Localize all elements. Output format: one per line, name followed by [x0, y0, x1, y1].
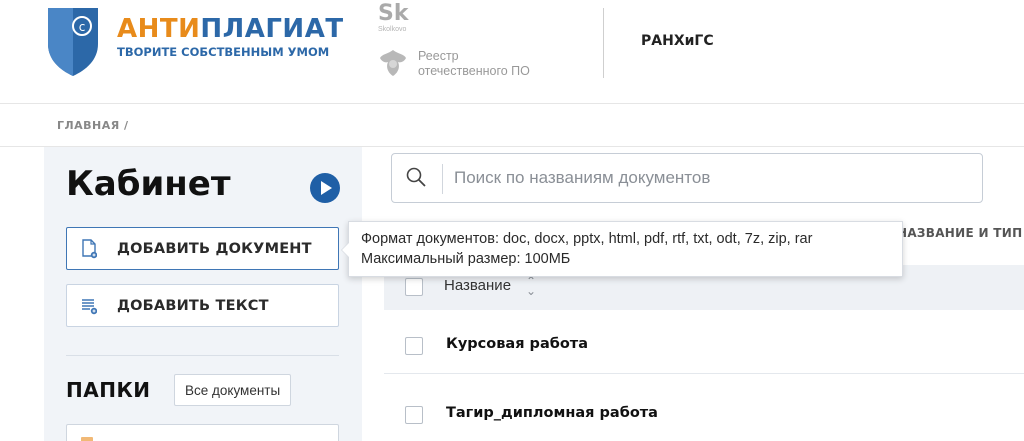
tooltip-max-size: Максимальный размер: 100МБ [361, 251, 571, 267]
folder-item[interactable] [66, 424, 339, 441]
sort-arrows-icon[interactable]: ⌃ ⌄ [526, 275, 536, 297]
brand-tagline: ТВОРИТЕ СОБСТВЕННЫМ УМОМ [117, 45, 330, 59]
header-divider [603, 8, 604, 78]
table-row[interactable]: Тагир_дипломная работа [384, 385, 1024, 441]
upload-format-tooltip: Формат документов: doc, docx, pptx, html… [341, 221, 903, 277]
registry-badge[interactable]: Реестр отечественного ПО [376, 46, 530, 80]
column-header-name[interactable]: Название [444, 277, 511, 294]
add-document-label: ДОБАВИТЬ ДОКУМЕНТ [117, 240, 312, 257]
organization-name[interactable]: РАНХиГС [641, 33, 714, 49]
coat-of-arms-icon [380, 50, 406, 76]
breadcrumb-bar: ГЛАВНАЯ / [0, 104, 1024, 147]
site-header: c АНТИПЛАГИАТ ТВОРИТЕ СОБСТВЕННЫМ УМОМ S… [0, 0, 1024, 104]
tooltip-arrow [341, 242, 349, 258]
sort-by-name-and-type[interactable]: НАЗВАНИЕ И ТИП [897, 226, 1022, 240]
select-all-checkbox[interactable] [405, 278, 423, 296]
add-document-button[interactable]: ДОБАВИТЬ ДОКУМЕНТ [66, 227, 339, 270]
tooltip-formats: Формат документов: doc, docx, pptx, html… [361, 231, 813, 247]
search-icon[interactable] [406, 167, 426, 187]
table-row[interactable]: Курсовая работа [384, 316, 1024, 374]
all-documents-button[interactable]: Все документы [174, 374, 292, 406]
registry-line2: отечественного ПО [418, 64, 530, 78]
brand-name-part1: АНТИ [117, 14, 201, 44]
brand[interactable]: АНТИПЛАГИАТ ТВОРИТЕ СОБСТВЕННЫМ УМОМ [117, 14, 344, 59]
search-divider [442, 164, 443, 194]
add-document-icon [82, 238, 97, 258]
add-text-label: ДОБАВИТЬ ТЕКСТ [117, 297, 269, 314]
document-title[interactable]: Курсовая работа [446, 336, 588, 352]
skolkovo-mark: Sk [378, 1, 409, 26]
sidebar-divider [66, 355, 339, 356]
sidebar: Кабинет ДОБАВИТЬ ДОКУМЕНТ ДОБАВИТЬ ТЕКСТ… [44, 147, 362, 441]
brand-name-part2: ПЛАГИАТ [200, 14, 344, 44]
breadcrumb-home[interactable]: ГЛАВНАЯ / [57, 119, 129, 132]
skolkovo-logo[interactable]: Sk Skolkovo [378, 2, 418, 38]
registry-line1: Реестр [418, 49, 459, 63]
registry-text: Реестр отечественного ПО [418, 49, 530, 79]
add-text-icon [82, 298, 97, 314]
search-input[interactable] [454, 154, 974, 202]
page-title: Кабинет [66, 164, 231, 204]
add-text-button[interactable]: ДОБАВИТЬ ТЕКСТ [66, 284, 339, 327]
skolkovo-small-text: Skolkovo [378, 26, 407, 33]
shield-logo-icon[interactable]: c [42, 4, 104, 78]
folder-icon [81, 437, 93, 441]
folders-heading: ПАПКИ [66, 378, 151, 402]
play-video-button[interactable] [310, 173, 340, 203]
document-title[interactable]: Тагир_дипломная работа [446, 405, 658, 421]
row-checkbox[interactable] [405, 406, 423, 424]
search-box [391, 153, 983, 203]
row-checkbox[interactable] [405, 337, 423, 355]
brand-name: АНТИПЛАГИАТ [117, 14, 344, 44]
svg-text:c: c [79, 20, 86, 34]
